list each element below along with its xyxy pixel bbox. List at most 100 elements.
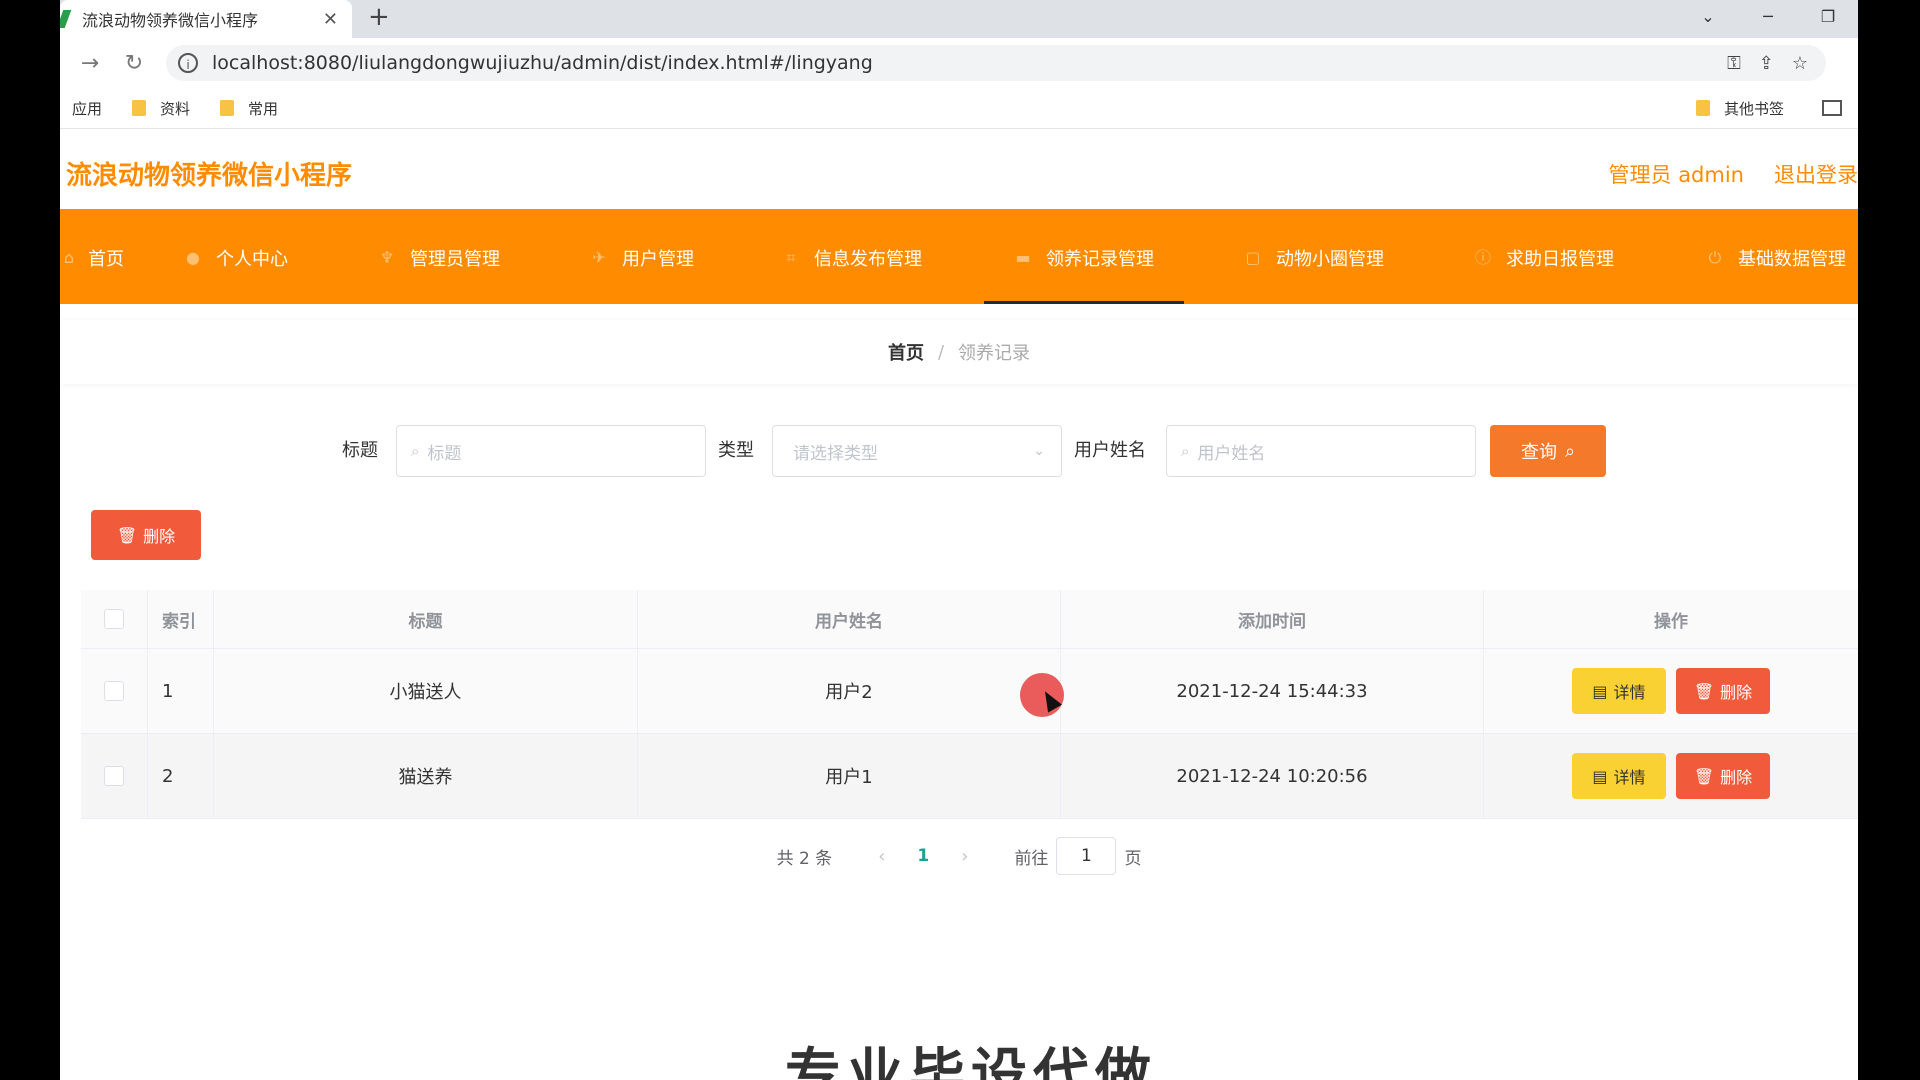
chevron-down-icon[interactable]: ⌄ [1678, 7, 1738, 26]
goto-page-input[interactable]: 1 [1056, 837, 1117, 875]
top-menu: ⌂ 首页 ● 个人中心 ♆ 管理员管理 ✈ 用户管理 ⌗ 信息发布管理 ▬ 领养… [60, 212, 1858, 304]
placeholder: 用户姓名 [1197, 443, 1266, 464]
cell-index: 2 [148, 734, 214, 818]
batch-delete-button[interactable]: 🗑 删除 [91, 510, 201, 560]
tab-strip: 流浪动物领养微信小程序 ✕ + ⌄ ─ ❐ [60, 0, 1858, 38]
logout-link[interactable]: 退出登录 [1774, 163, 1858, 187]
window-controls: ⌄ ─ ❐ [1678, 0, 1858, 32]
message-icon: ▢ [1245, 248, 1261, 267]
plane-icon: ✈ [592, 248, 606, 267]
document-icon: ▤ [1592, 681, 1608, 701]
favicon-icon [60, 10, 72, 28]
bookmark-folder-ziliao[interactable]: 资料 [132, 98, 190, 119]
folder-icon [1695, 100, 1710, 116]
menu-item-adoption[interactable]: ▬ 领养记录管理 [984, 212, 1184, 304]
button-label: 详情 [1613, 683, 1646, 702]
admin-user-label[interactable]: 管理员 admin [1609, 163, 1744, 187]
delete-button[interactable]: 🗑 删除 [1676, 668, 1770, 714]
query-button[interactable]: 查询 ⌕ [1490, 425, 1606, 477]
page-suffix: 页 [1124, 848, 1142, 869]
bookmark-apps[interactable]: 应用 [72, 98, 102, 119]
reload-icon[interactable]: ↻ [112, 51, 156, 76]
crop-icon: ⌗ [786, 248, 796, 267]
menu-item-users[interactable]: ✈ 用户管理 [590, 212, 694, 304]
menu-item-personal[interactable]: ● 个人中心 [184, 212, 288, 304]
search-icon: ⌕ [411, 442, 420, 460]
new-tab-icon[interactable]: + [368, 2, 390, 32]
url-field[interactable]: i localhost:8080/liulangdongwujiuzhu/adm… [166, 45, 1826, 81]
header-title: 标题 [214, 590, 638, 648]
search-icon: ⌕ [1564, 440, 1576, 462]
menu-item-circle[interactable]: ▢ 动物小圈管理 [1244, 212, 1384, 304]
records-table: 索引 标题 用户姓名 添加时间 操作 1 小猫送人 用户2 2021-12-24… [81, 590, 1858, 819]
app-header: 流浪动物领养微信小程序 管理员 admin 退出登录 [60, 129, 1858, 212]
user-icon: ● [186, 248, 200, 267]
username-label: 用户姓名 [1074, 440, 1146, 461]
bookmark-folder-changyong[interactable]: 常用 [220, 98, 278, 119]
detail-button[interactable]: ▤ 详情 [1572, 668, 1666, 714]
header-actions: 操作 [1654, 611, 1688, 632]
address-bar: → ↻ i localhost:8080/liulangdongwujiuzhu… [60, 38, 1858, 88]
mic-icon: ♆ [379, 248, 395, 267]
username-search-input[interactable]: ⌕ 用户姓名 [1166, 425, 1476, 477]
select-all-checkbox[interactable] [104, 609, 124, 629]
breadcrumb-home[interactable]: 首页 [888, 339, 924, 365]
cell-actions: ▤ 详情 🗑 删除 [1484, 734, 1858, 818]
title-search-input[interactable]: ⌕ 标题 [396, 425, 706, 477]
pagination: 共 2 条 ‹ 1 › 前往 1 页 [60, 837, 1858, 875]
page-number[interactable]: 1 [917, 846, 929, 866]
menu-item-base-data[interactable]: ⏻ 基础数据管理 [1706, 212, 1846, 304]
watermark-overlay: 专业毕设代做 [785, 1043, 1157, 1080]
button-label: 删除 [1720, 683, 1753, 702]
document-icon: ▤ [1592, 766, 1608, 786]
bookmark-folder-other[interactable]: 其他书签 [1695, 98, 1784, 119]
type-select[interactable]: 请选择类型 ⌄ [772, 425, 1062, 477]
table-row: 2 猫送养 用户1 2021-12-24 10:20:56 ▤ 详情 🗑 删除 [81, 734, 1858, 819]
detail-button[interactable]: ▤ 详情 [1572, 753, 1666, 799]
tab-title: 流浪动物领养微信小程序 [82, 11, 259, 30]
bookmark-label: 应用 [72, 99, 103, 118]
header-username: 用户姓名 [638, 590, 1061, 648]
chevron-down-icon: ⌄ [1033, 443, 1045, 459]
bookmark-label: 其他书签 [1723, 99, 1784, 118]
menu-label: 用户管理 [622, 249, 694, 270]
header-time: 添加时间 [1061, 590, 1484, 648]
breadcrumb-separator: / [937, 341, 945, 363]
menu-label: 基础数据管理 [1738, 249, 1846, 270]
power-icon: ⏻ [1708, 248, 1722, 267]
browser-tab[interactable]: 流浪动物领养微信小程序 ✕ [60, 0, 352, 38]
prev-page-icon[interactable]: ‹ [878, 846, 885, 867]
next-page-icon[interactable]: › [961, 846, 968, 867]
bookmark-label: 常用 [248, 99, 279, 118]
menu-item-help[interactable]: ⓘ 求助日报管理 [1474, 212, 1614, 304]
minimize-icon[interactable]: ─ [1738, 7, 1798, 26]
home-icon: ⌂ [63, 248, 75, 267]
star-icon[interactable]: ☆ [1792, 53, 1808, 74]
type-label: 类型 [718, 440, 754, 461]
key-icon[interactable]: ⚿ [1727, 53, 1741, 74]
cell-actions: ▤ 详情 🗑 删除 [1484, 649, 1858, 733]
row-select-cell [81, 734, 148, 818]
row-checkbox[interactable] [104, 766, 124, 786]
button-label: 删除 [1720, 768, 1753, 787]
menu-label: 首页 [88, 249, 124, 270]
menu-item-admin[interactable]: ♆ 管理员管理 [378, 212, 500, 304]
cell-username: 用户1 [638, 734, 1061, 818]
info-icon[interactable]: i [178, 53, 198, 73]
restore-icon[interactable]: ❐ [1798, 7, 1858, 26]
share-icon[interactable]: ⇪ [1759, 53, 1774, 74]
folder-icon [220, 100, 235, 116]
menu-item-info[interactable]: ⌗ 信息发布管理 [782, 212, 922, 304]
forward-icon[interactable]: → [68, 51, 112, 76]
bookmark-label: 资料 [160, 99, 191, 118]
cell-index: 1 [148, 649, 214, 733]
menu-label: 领养记录管理 [1046, 249, 1154, 270]
title-label: 标题 [342, 440, 378, 461]
menu-item-home[interactable]: ⌂ 首页 [60, 212, 124, 304]
trash-icon: 🗑 [1693, 766, 1715, 786]
reading-list-icon[interactable] [1822, 100, 1842, 116]
close-icon[interactable]: ✕ [323, 9, 338, 30]
delete-button[interactable]: 🗑 删除 [1676, 753, 1770, 799]
row-checkbox[interactable] [104, 681, 124, 701]
bookmarks-bar: 应用 资料 常用 其他书签 [60, 88, 1858, 129]
